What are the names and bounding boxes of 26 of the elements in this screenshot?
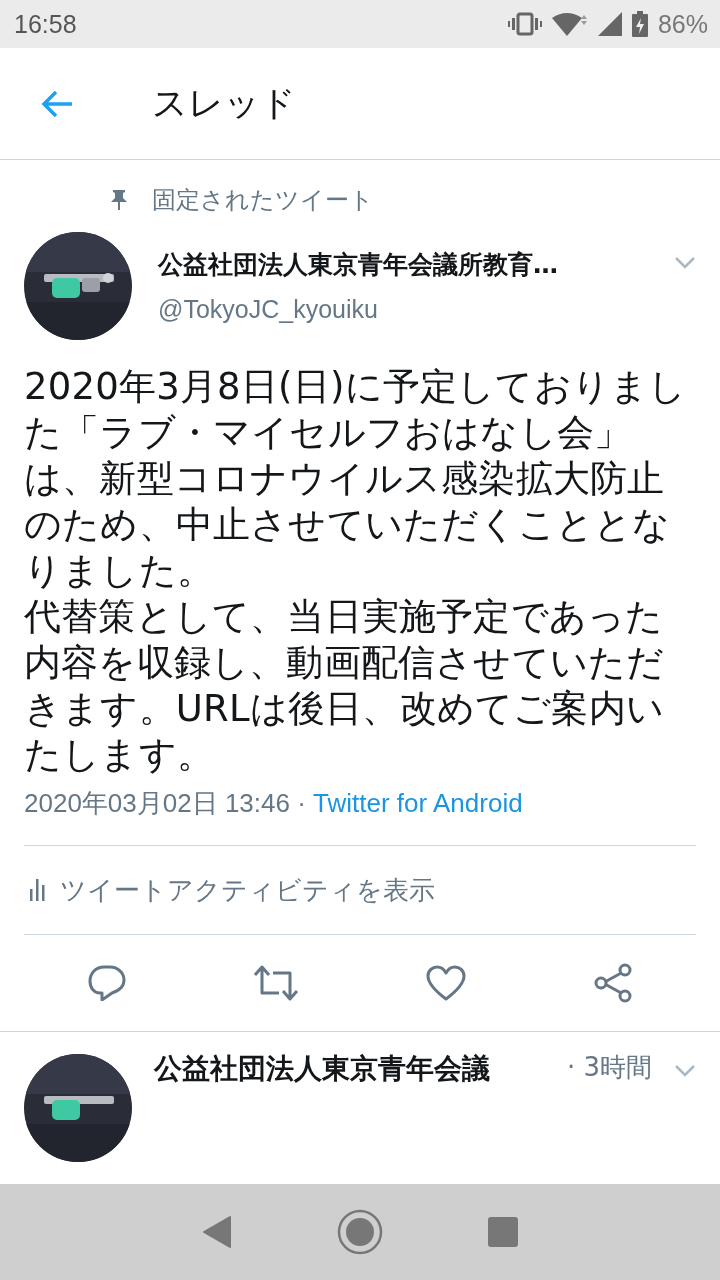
header-title: スレッド xyxy=(152,82,296,125)
pinned-label: 固定されたツイート xyxy=(152,185,374,216)
tweet-time: · 3時間 xyxy=(566,1051,652,1084)
back-icon[interactable] xyxy=(202,1215,233,1249)
display-name: 公益社団法人東京青年会議 xyxy=(154,1051,490,1087)
home-icon[interactable] xyxy=(337,1209,383,1255)
battery-level: 86% xyxy=(657,9,708,39)
bar-chart-icon xyxy=(30,879,46,901)
tweet-timestamp: 2020年03月02日 13:46 · xyxy=(24,788,307,818)
battery-icon xyxy=(631,11,648,37)
source-link[interactable]: Twitter for Android xyxy=(313,788,523,818)
tweet-text: 代替策として、当日実施予定であった内容を収録し、動画配信させていただきます。URLは後日、改めてご案内いたします。 xyxy=(24,594,666,778)
signal-icon xyxy=(597,12,622,36)
pin-icon xyxy=(110,190,128,210)
heart-icon[interactable] xyxy=(425,965,466,1001)
status-time: 16:58 xyxy=(14,9,77,39)
reply-icon[interactable] xyxy=(87,965,126,1001)
user-handle: @TokyoJC_kyouiku xyxy=(158,295,379,324)
recents-icon[interactable] xyxy=(487,1217,518,1247)
retweet-icon[interactable] xyxy=(252,965,299,1001)
tweet-text: 2020年3月8日(日)に予定しておりました「ラブ・マイセルフおはなし会」は、新型コロナウイルス感染拡大防止のため、中止させていただくこととなりました。 xyxy=(24,364,688,594)
display-name: 公益社団法人東京青年会議所教育… xyxy=(158,249,559,281)
share-icon[interactable] xyxy=(592,963,633,1003)
activity-link[interactable]: ツイートアクティビティを表示 xyxy=(60,872,435,908)
wifi-icon xyxy=(551,12,588,36)
vibrate-icon xyxy=(507,12,542,36)
